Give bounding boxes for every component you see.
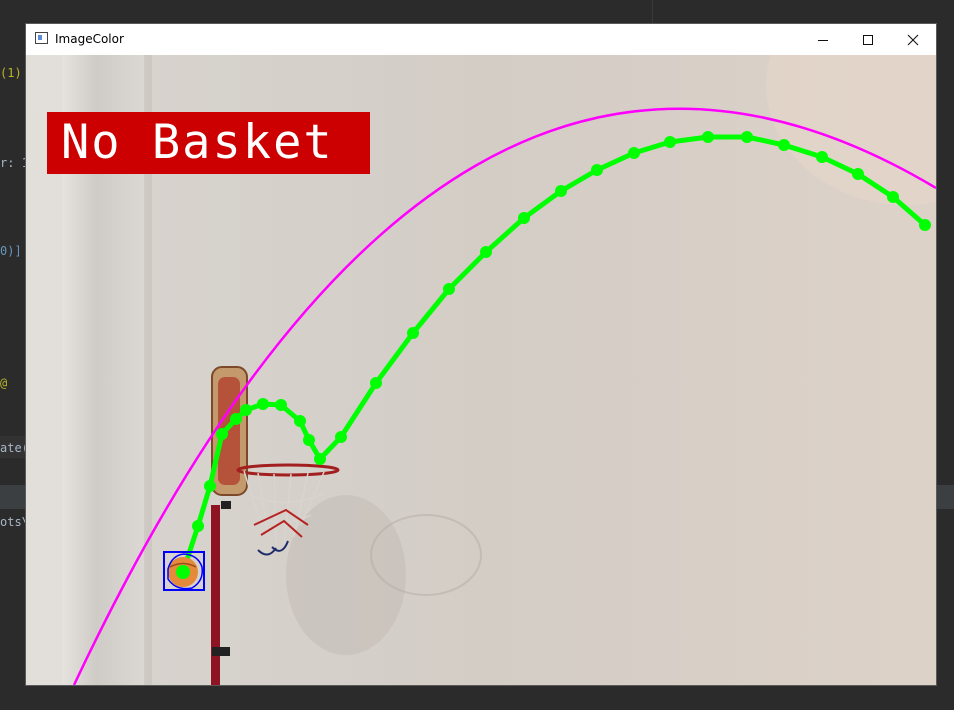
trajectory-point bbox=[257, 398, 269, 410]
trajectory-point bbox=[230, 413, 242, 425]
trajectory-point bbox=[741, 131, 753, 143]
maximize-button[interactable] bbox=[845, 24, 891, 55]
trajectory-point bbox=[591, 164, 603, 176]
trajectory-point bbox=[370, 377, 382, 389]
trajectory-point bbox=[778, 139, 790, 151]
trajectory-point bbox=[555, 185, 567, 197]
trajectory-point bbox=[852, 168, 864, 180]
ide-code-fragment: ate( bbox=[0, 441, 29, 455]
minimize-button[interactable] bbox=[800, 24, 846, 55]
trajectory-point bbox=[216, 428, 228, 440]
shot-result-banner: No Basket bbox=[47, 112, 370, 174]
ide-code-fragment-text: r: 1 bbox=[0, 156, 29, 170]
trajectory-point bbox=[887, 191, 899, 203]
window-title: ImageColor bbox=[55, 32, 124, 46]
ide-divider bbox=[652, 0, 653, 24]
trajectory-point bbox=[407, 327, 419, 339]
video-frame: No Basket bbox=[26, 55, 936, 685]
trajectory-point bbox=[816, 151, 828, 163]
trajectory-point bbox=[628, 147, 640, 159]
trajectory-point bbox=[240, 404, 252, 416]
trajectory-point bbox=[919, 219, 931, 231]
close-icon bbox=[907, 34, 919, 45]
ide-code-fragment: ots\ bbox=[0, 515, 29, 529]
ide-code-fragment: (1) bbox=[0, 66, 22, 80]
trajectory-point bbox=[518, 212, 530, 224]
ide-line-highlight bbox=[936, 485, 954, 509]
trajectory-point bbox=[702, 131, 714, 143]
trajectory-point bbox=[480, 246, 492, 258]
minimize-icon bbox=[818, 39, 828, 41]
trajectory-point bbox=[335, 431, 347, 443]
app-icon bbox=[35, 32, 48, 44]
pole-clamp bbox=[212, 647, 230, 656]
ide-editor-gutter bbox=[0, 0, 26, 710]
trajectory-point bbox=[443, 283, 455, 295]
trajectory-point bbox=[192, 520, 204, 532]
ide-line-highlight bbox=[0, 485, 26, 509]
trajectory-point bbox=[204, 480, 216, 492]
close-button[interactable] bbox=[890, 24, 936, 55]
ball-center-point bbox=[176, 565, 190, 579]
ide-code-fragment: r: 1 bbox=[0, 156, 29, 170]
ide-code-fragment: @ bbox=[0, 376, 8, 390]
ide-right-area bbox=[936, 0, 954, 710]
pole-clamp bbox=[221, 501, 231, 509]
window-titlebar[interactable]: ImageColor bbox=[26, 24, 936, 55]
ide-code-fragment: 0)] bbox=[0, 244, 22, 258]
trajectory-point bbox=[664, 136, 676, 148]
trajectory-point bbox=[314, 453, 326, 465]
maximize-icon bbox=[863, 34, 873, 45]
trajectory-point bbox=[275, 399, 287, 411]
hoop-pole bbox=[211, 505, 220, 685]
imagecolor-window: ImageColor No Basket bbox=[26, 24, 936, 685]
trajectory-point bbox=[303, 434, 315, 446]
trajectory-point bbox=[294, 415, 306, 427]
